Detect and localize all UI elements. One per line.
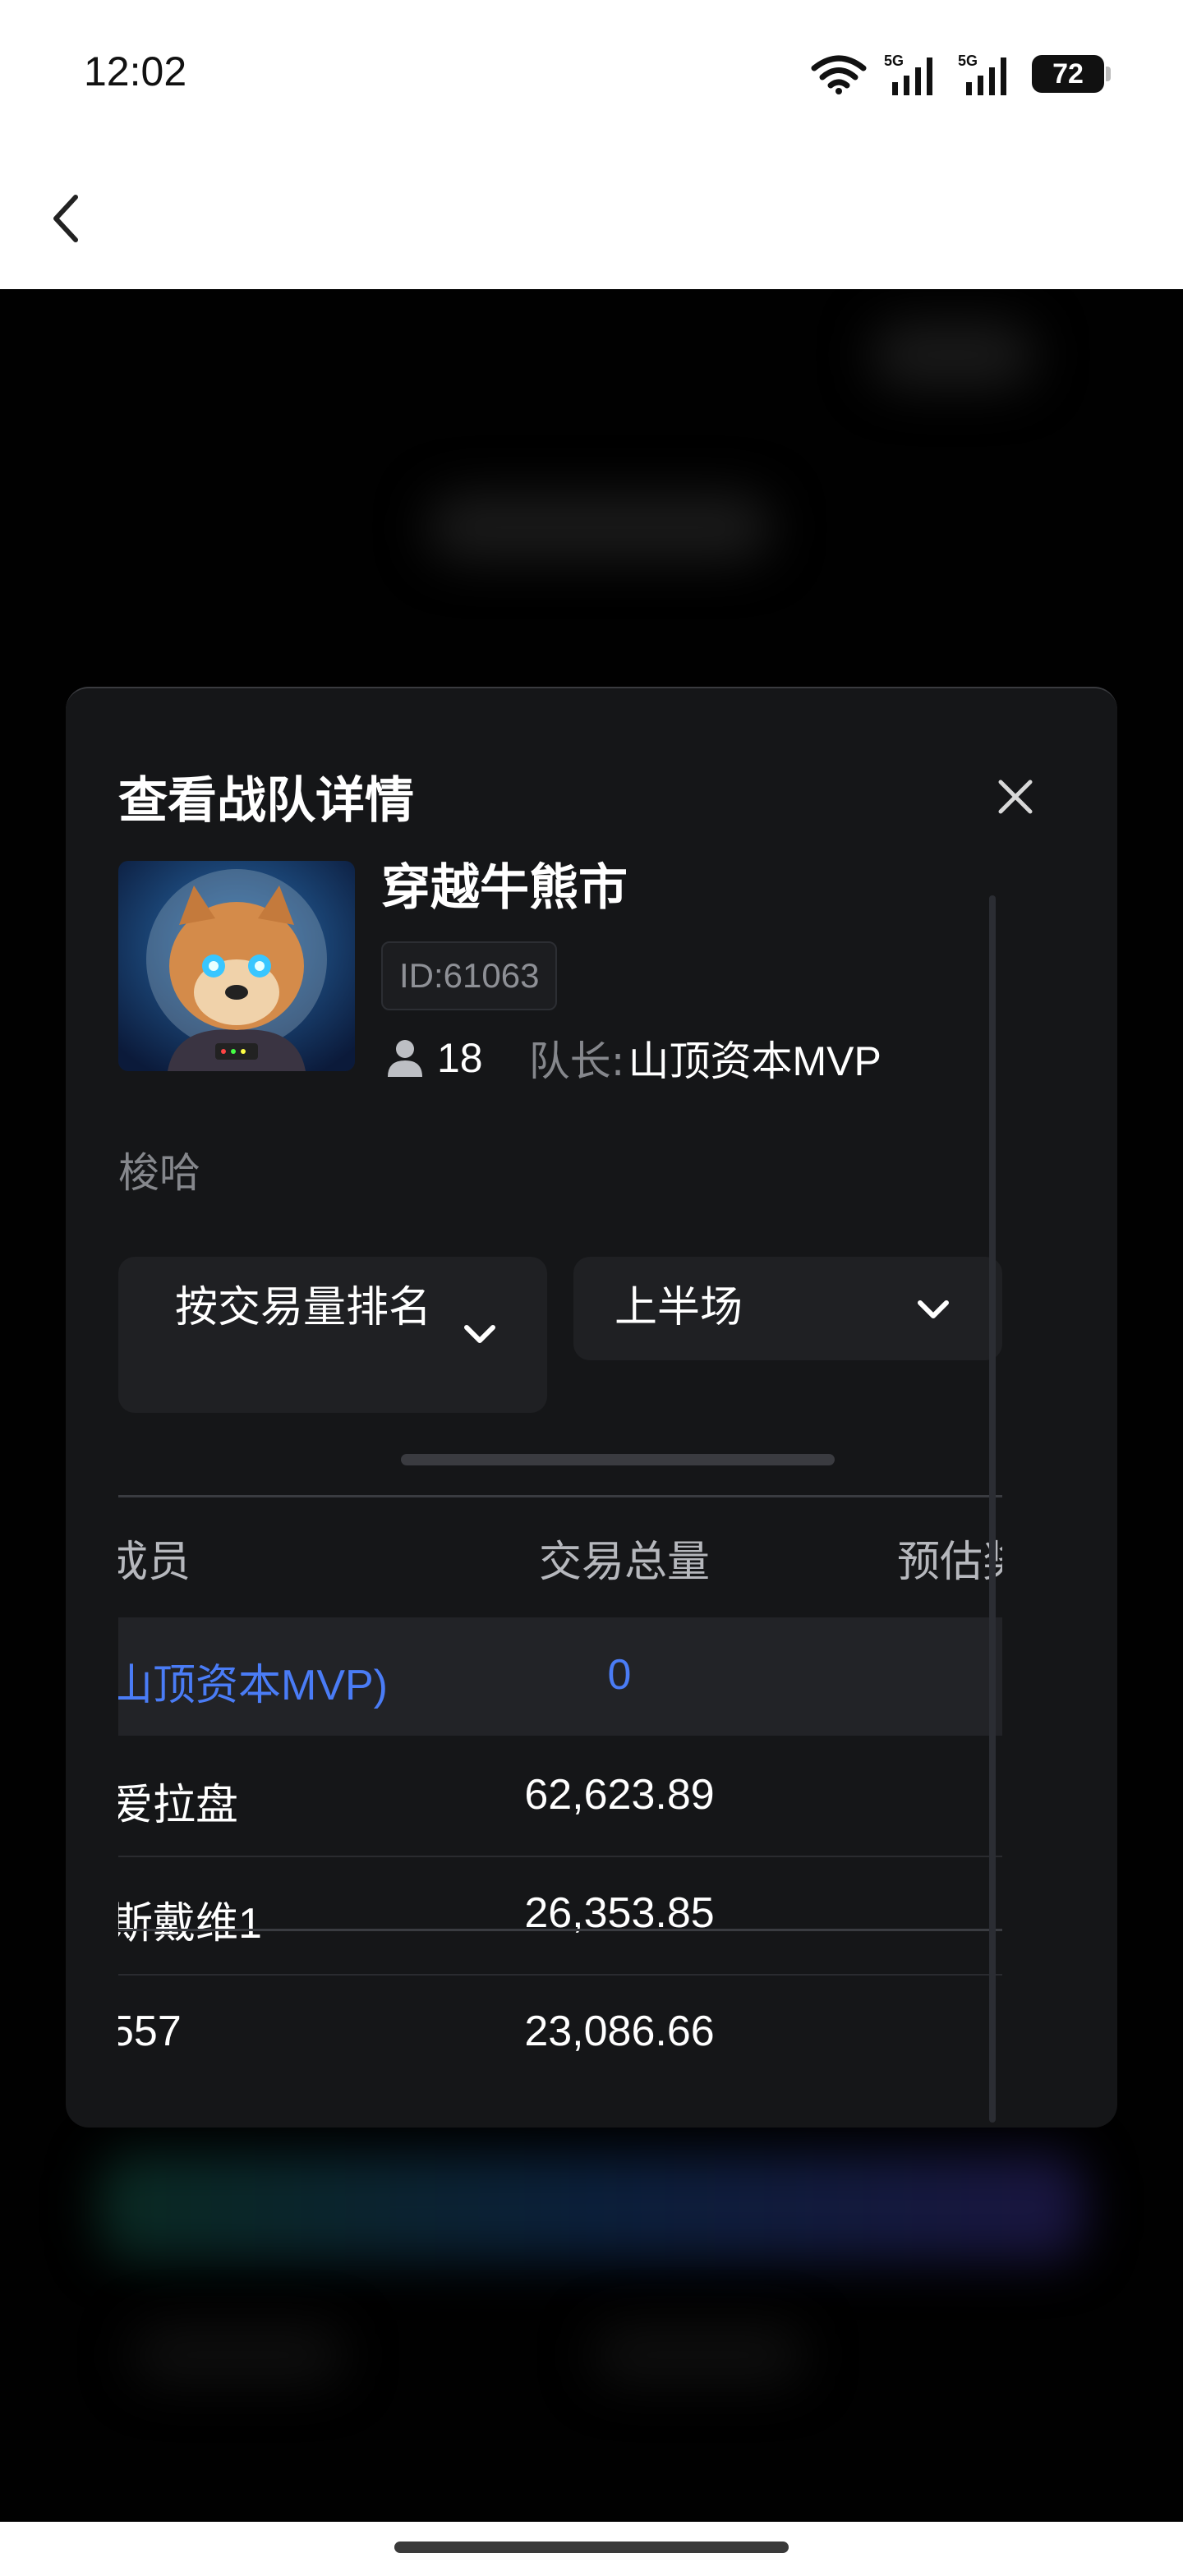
clock: 12:02: [84, 48, 187, 94]
home-bar-area: [0, 2522, 1183, 2576]
modal-title: 查看战队详情: [118, 772, 414, 830]
shiba-astronaut-image: [118, 861, 355, 1071]
chevron-left-icon: [53, 195, 78, 242]
home-indicator[interactable]: [394, 2542, 789, 2553]
network-label: 5G: [884, 53, 904, 69]
signal-5g-icon: 5G: [884, 53, 932, 95]
person-icon: [388, 1040, 422, 1077]
member-name: 山顶资本MVP): [118, 1662, 389, 1709]
member-table[interactable]: 成员 交易总量 预估奖 山顶资本MVP) 0 爱拉盘 62,623.89 斯戴维…: [118, 1495, 1002, 2128]
table-row[interactable]: 557 23,086.66: [118, 1974, 1002, 2092]
team-meta: 18 队长: 山顶资本MVP: [386, 1025, 881, 1091]
back-button[interactable]: [43, 186, 92, 251]
team-avatar: [118, 861, 355, 1071]
nav-bar: [0, 148, 1183, 289]
column-header-member: 成员: [118, 1538, 191, 1587]
sort-dropdown[interactable]: 按交易量排名: [118, 1257, 547, 1413]
sort-dropdown-label: 按交易量排名: [174, 1283, 431, 1332]
chevron-down-icon: [918, 1300, 949, 1318]
close-icon: [998, 780, 1033, 814]
member-name: 斯戴维1: [118, 1900, 262, 1948]
column-header-volume: 交易总量: [539, 1538, 711, 1587]
member-count: 18: [437, 1035, 483, 1081]
table-row[interactable]: 爱拉盘 62,623.89: [118, 1737, 1002, 1857]
team-description: 梭哈: [118, 1149, 200, 1197]
wifi-icon: [811, 55, 867, 94]
table-bottom-divider: [118, 1929, 1002, 1931]
period-dropdown[interactable]: 上半场: [573, 1257, 1002, 1360]
team-name: 穿越牛熊市: [381, 861, 628, 917]
period-dropdown-label: 上半场: [615, 1283, 743, 1332]
horizontal-scrollbar[interactable]: [401, 1454, 835, 1465]
leader-label: 队长:: [528, 1037, 625, 1085]
table-row[interactable]: 斯戴维1 26,353.85: [118, 1856, 1002, 1976]
signal-5g-icon-2: 5G: [958, 53, 1006, 95]
member-volume: 62,623.89: [524, 1771, 715, 1819]
leader-name: 山顶资本MVP: [628, 1038, 881, 1084]
member-volume: 0: [607, 1651, 632, 1699]
modal-content[interactable]: 穿越牛熊市 ID:61063 18 队长: 山顶资本MVP 梭哈 按交易量排名 …: [66, 861, 1117, 2128]
status-icons: 5G 5G 72: [810, 51, 1111, 97]
network-label-2: 5G: [958, 53, 978, 69]
close-button[interactable]: [991, 772, 1040, 821]
member-name: 爱拉盘: [118, 1782, 239, 1829]
status-bar: 12:02 5G 5G 72: [0, 0, 1183, 148]
battery-indicator: 72: [1032, 55, 1111, 93]
team-details-modal: 查看战队详情 穿越牛熊市 ID:61063 18 队长: 山顶资本MVP 梭哈 …: [66, 687, 1117, 2128]
member-name: 557: [118, 2008, 182, 2055]
vertical-scrollbar[interactable]: [989, 895, 996, 2123]
team-id-badge: ID:61063: [381, 941, 558, 1010]
chevron-down-icon: [464, 1325, 495, 1343]
table-row[interactable]: 山顶资本MVP) 0: [118, 1617, 1002, 1736]
member-volume: 23,086.66: [524, 2008, 715, 2055]
column-header-reward: 预估奖: [897, 1538, 1002, 1587]
